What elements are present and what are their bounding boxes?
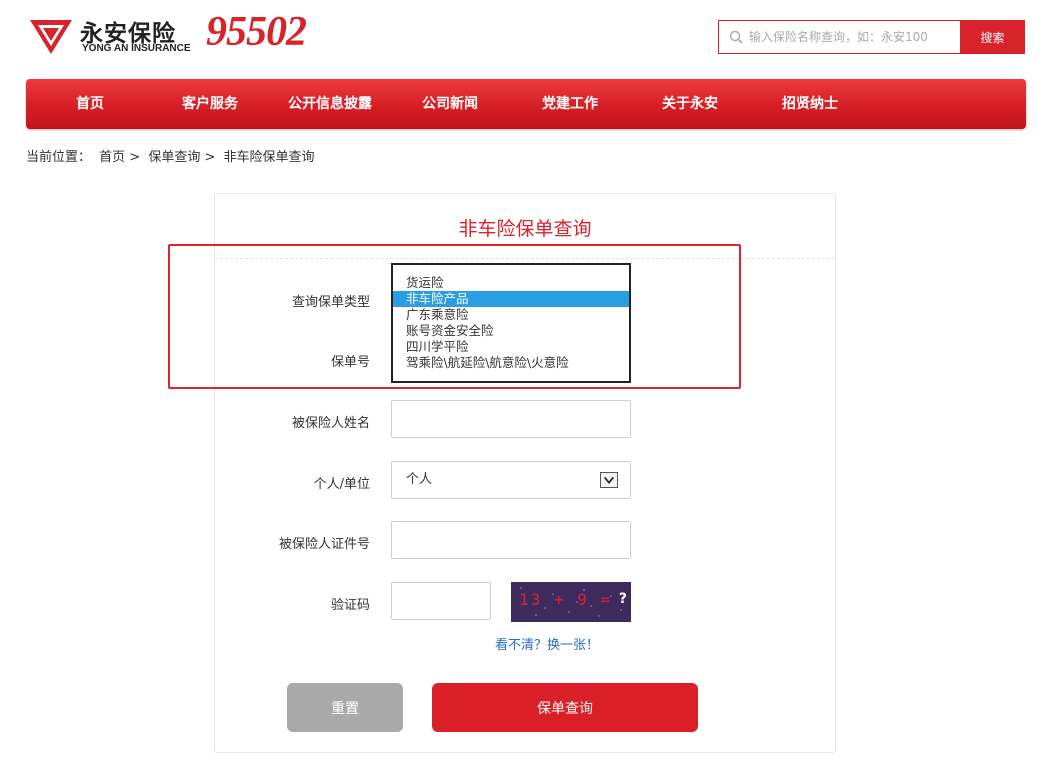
captcha-refresh-link[interactable]: 看不清？换一张！ xyxy=(495,634,599,653)
brand-logo[interactable]: 永安保险 YONG AN INSURANCE 95502 xyxy=(26,9,358,62)
nav-item-party-building[interactable]: 党建工作 xyxy=(510,79,630,129)
dropdown-option-selected[interactable]: 非车险产品 xyxy=(393,291,629,307)
brand-logo-icon xyxy=(30,20,72,54)
person-type-label: 个人/单位 xyxy=(313,477,370,492)
breadcrumb: 当前位置： 首页 > 保单查询 > 非车险保单查询 xyxy=(26,146,319,165)
dropdown-option[interactable]: 广东乘意险 xyxy=(393,307,629,323)
breadcrumb-home[interactable]: 首页 > xyxy=(99,150,140,165)
nav-item-customer-service[interactable]: 客户服务 xyxy=(150,79,270,129)
captcha-label: 验证码 xyxy=(330,598,370,613)
nav-item-about[interactable]: 关于永安 xyxy=(630,79,750,129)
nav-item-news[interactable]: 公司新闻 xyxy=(390,79,510,129)
search-icon xyxy=(729,30,743,44)
search-button[interactable]: 搜索 xyxy=(960,20,1025,54)
nav-item-careers[interactable]: 招贤纳士 xyxy=(750,79,870,129)
insured-name-label: 被保险人姓名 xyxy=(291,416,370,431)
brand-hotline: 95502 xyxy=(206,9,307,55)
form-title: 非车险保单查询 xyxy=(458,218,592,240)
dropdown-option[interactable]: 货运险 xyxy=(393,275,629,291)
policy-query-button[interactable]: 保单查询 xyxy=(432,683,698,732)
id-no-input[interactable] xyxy=(391,521,631,559)
nav-item-home[interactable]: 首页 xyxy=(30,79,150,129)
breadcrumb-current: 非车险保单查询 xyxy=(223,150,315,165)
id-no-label: 被保险人证件号 xyxy=(278,537,370,552)
main-nav: 首页 客户服务 公开信息披露 公司新闻 党建工作 关于永安 招贤纳士 xyxy=(26,79,1026,129)
person-type-value: 个人 xyxy=(406,472,433,487)
dropdown-option[interactable]: 四川学平险 xyxy=(393,339,629,355)
person-type-select[interactable]: 个人 xyxy=(391,461,631,499)
nav-item-disclosure[interactable]: 公开信息披露 xyxy=(270,79,390,129)
brand-name-en: YONG AN INSURANCE xyxy=(82,43,191,54)
policy-no-label: 保单号 xyxy=(330,355,370,370)
breadcrumb-prefix: 当前位置： xyxy=(26,150,92,165)
reset-button[interactable]: 重置 xyxy=(287,683,403,732)
breadcrumb-policy-query[interactable]: 保单查询 > xyxy=(148,150,215,165)
search-box xyxy=(718,20,960,54)
policy-type-label: 查询保单类型 xyxy=(291,295,370,310)
captcha-question: ? xyxy=(618,591,627,607)
title-divider xyxy=(215,258,835,259)
captcha-input[interactable] xyxy=(391,582,491,620)
captcha-image[interactable]: 13 + 9 = ? xyxy=(511,582,631,622)
policy-type-dropdown[interactable]: 货运险 非车险产品 广东乘意险 账号资金安全险 四川学平险 驾乘险\航延险\航意… xyxy=(391,263,631,383)
dropdown-option[interactable]: 账号资金安全险 xyxy=(393,323,629,339)
dropdown-option[interactable]: 驾乘险\航延险\航意险\火意险 xyxy=(393,355,629,371)
insured-name-input[interactable] xyxy=(391,400,631,438)
search-input[interactable] xyxy=(749,21,954,53)
captcha-text: 13 + 9 = xyxy=(519,590,613,609)
chevron-down-icon[interactable] xyxy=(600,472,618,488)
